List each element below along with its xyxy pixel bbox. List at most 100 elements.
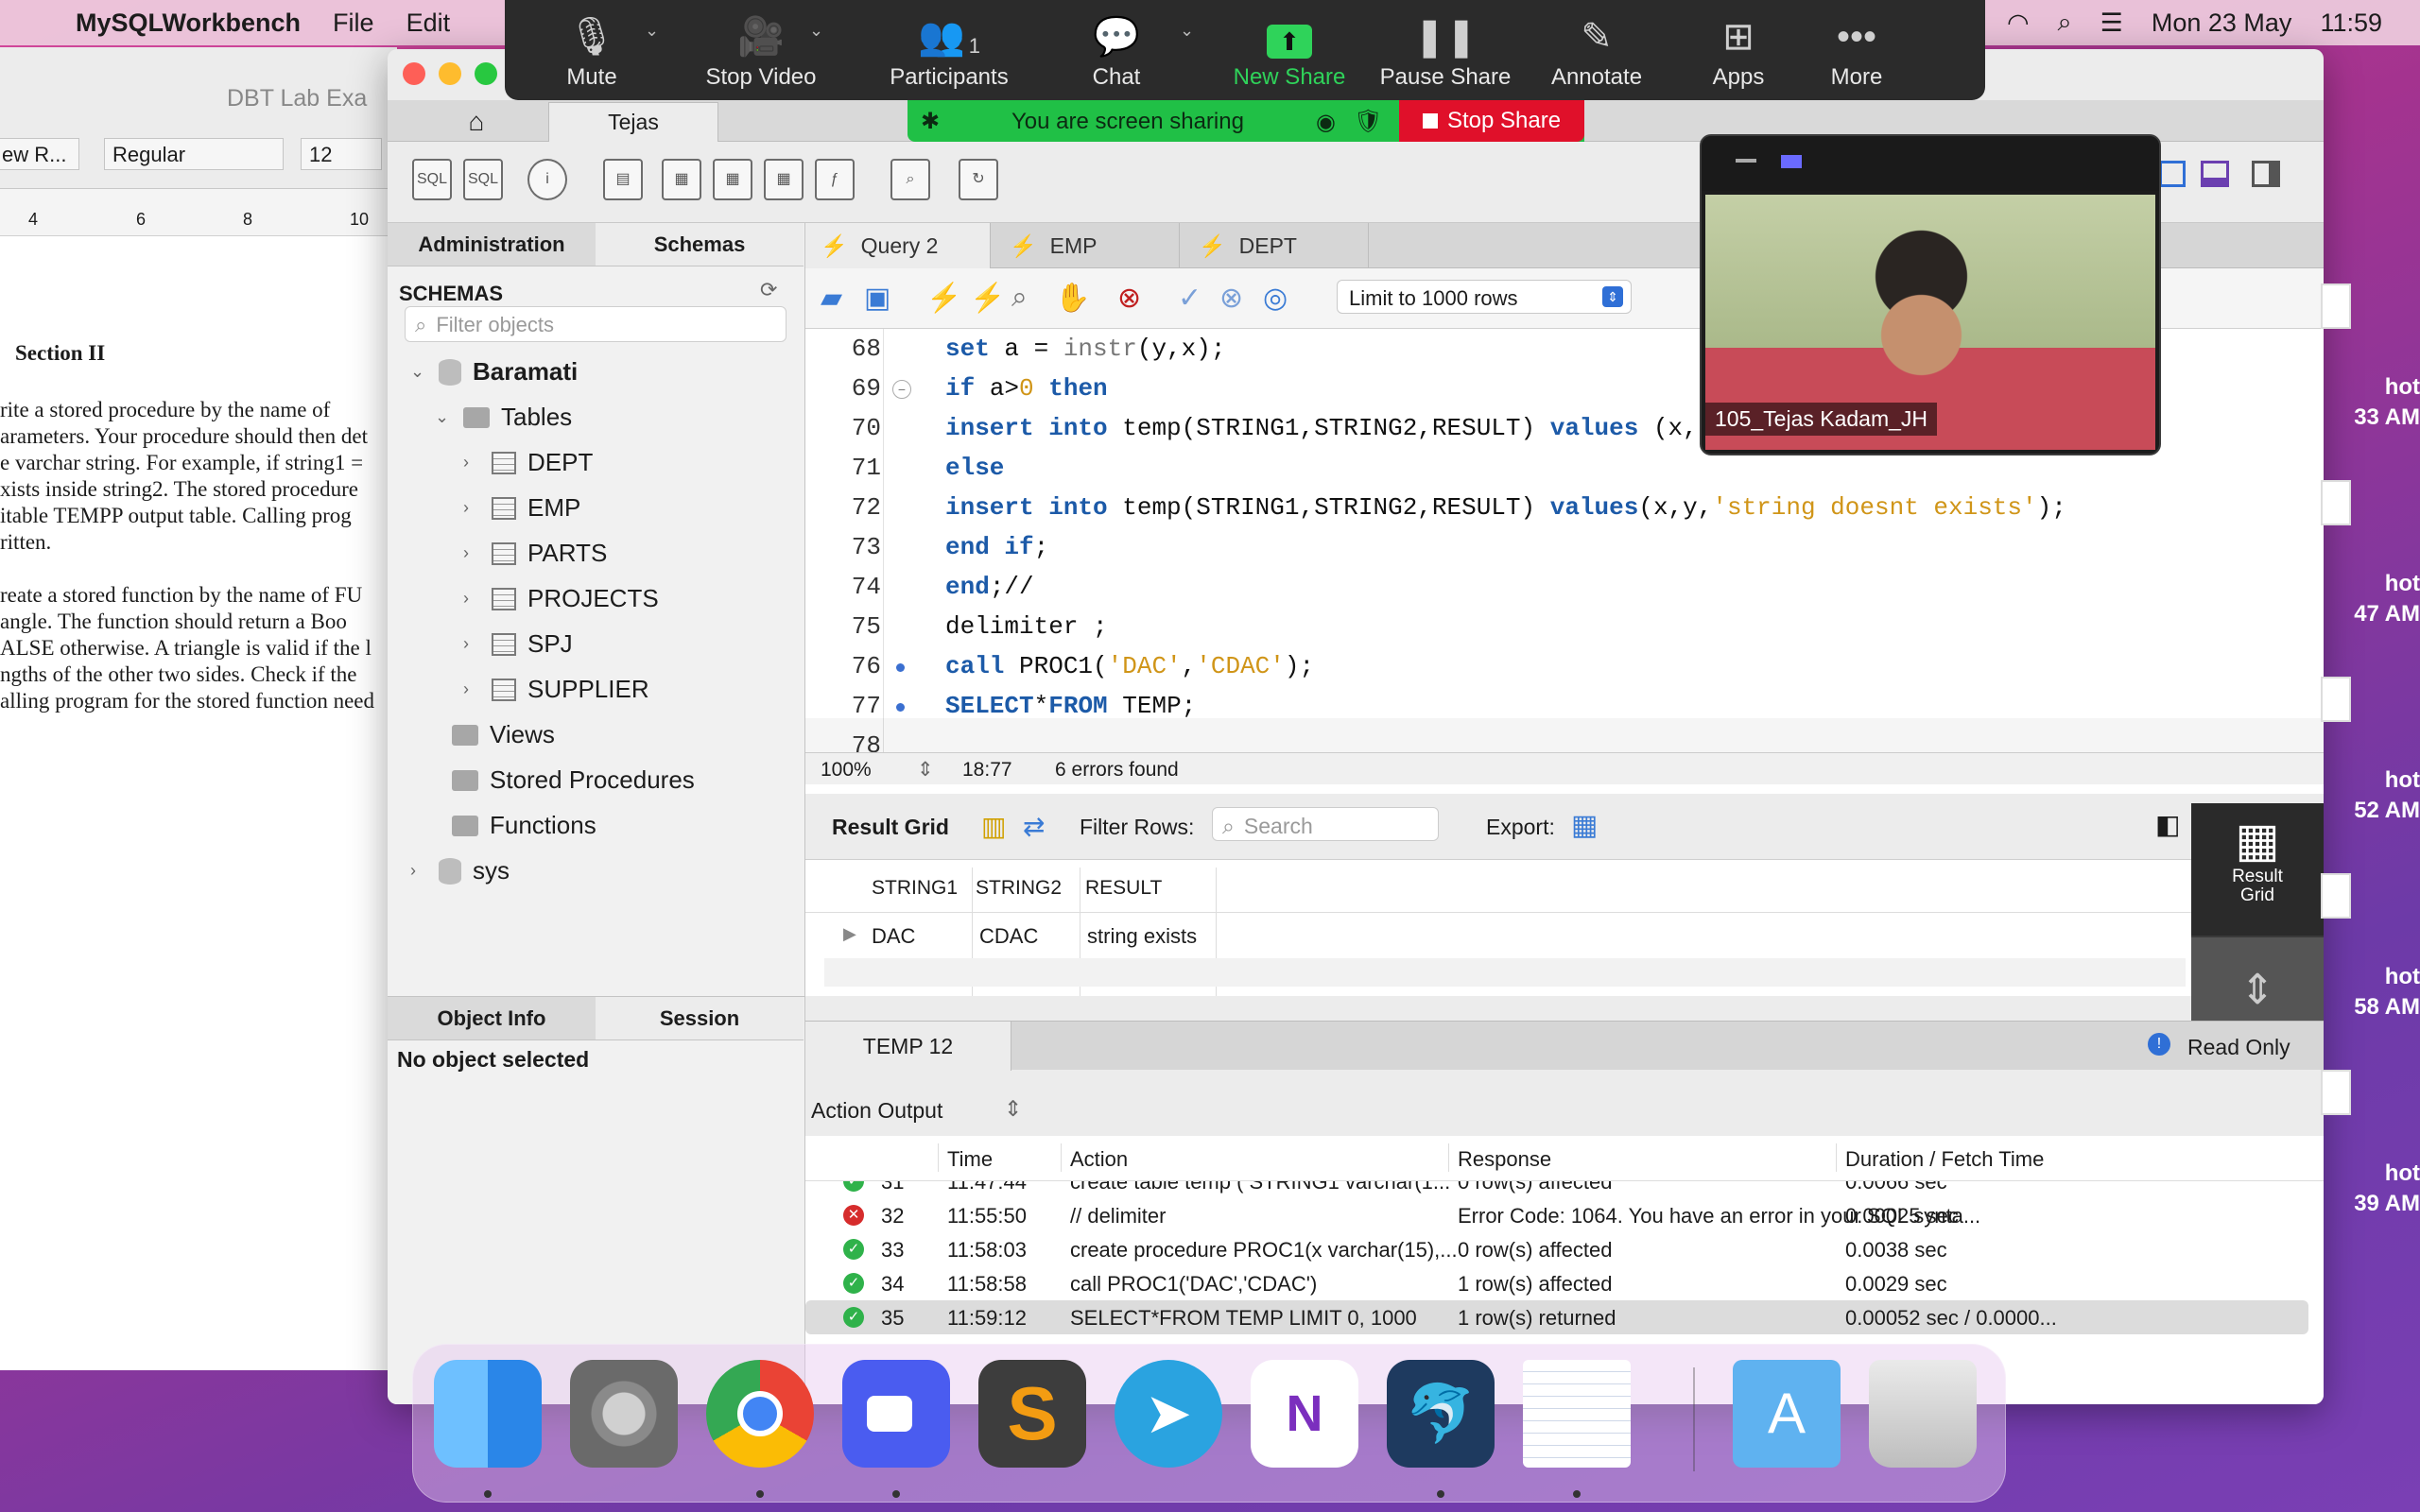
screenshot-file-label[interactable]: hot 52 AM bbox=[2316, 765, 2420, 826]
autocommit-icon[interactable]: ◎ bbox=[1263, 282, 1288, 315]
new-share-button[interactable]: ⬆ New Share bbox=[1223, 0, 1356, 100]
code-line[interactable]: call PROC1('DAC','CDAC'); bbox=[945, 652, 1314, 680]
tree-table-item[interactable]: › PARTS bbox=[463, 539, 607, 568]
breakpoint-dot[interactable] bbox=[896, 703, 905, 712]
mute-button[interactable]: 🎙 Mute bbox=[544, 0, 639, 100]
menu-file[interactable]: File bbox=[333, 9, 374, 38]
execute-icon[interactable]: ⚡ bbox=[926, 282, 961, 315]
tree-schema-baramati[interactable]: ⌄ Baramati bbox=[410, 357, 578, 387]
column-header[interactable]: STRING2 bbox=[976, 877, 1062, 900]
save-icon[interactable]: ▣ bbox=[864, 282, 890, 315]
breakpoint-dot[interactable] bbox=[896, 663, 905, 672]
fold-icon[interactable]: − bbox=[892, 380, 911, 399]
screenshot-file-label[interactable]: hot 33 AM bbox=[2316, 372, 2420, 433]
chevron-updown-icon[interactable]: ⇕ bbox=[1004, 1096, 1022, 1122]
table-row[interactable]: ▶ DAC CDAC string exists bbox=[805, 915, 2191, 954]
tree-schema-sys[interactable]: › sys bbox=[410, 856, 510, 885]
screenshot-file-icon[interactable] bbox=[2321, 480, 2351, 525]
reconnect-icon[interactable]: ↻ bbox=[959, 159, 998, 200]
code-line[interactable]: end;// bbox=[945, 573, 1034, 601]
chevron-right-icon[interactable]: › bbox=[463, 498, 480, 518]
create-view-icon[interactable]: ▦ bbox=[713, 159, 752, 200]
filter-objects-input[interactable]: ⌕ Filter objects bbox=[405, 306, 786, 342]
chevron-right-icon[interactable]: › bbox=[463, 543, 480, 563]
create-procedure-icon[interactable]: ▦ bbox=[764, 159, 804, 200]
column-header[interactable]: RESULT bbox=[1085, 877, 1162, 900]
view-icon[interactable] bbox=[1781, 155, 1802, 168]
tree-views[interactable]: Views bbox=[452, 720, 555, 749]
column-header[interactable]: STRING1 bbox=[872, 877, 958, 900]
layout-sidebar-icon[interactable] bbox=[2159, 161, 2186, 187]
telegram-icon[interactable]: ➤ bbox=[1115, 1360, 1222, 1468]
tab-administration[interactable]: Administration bbox=[388, 223, 596, 266]
tab-schemas[interactable]: Schemas bbox=[596, 223, 804, 266]
table-row[interactable]: ✓ 35 11:59:12 SELECT*FROM TEMP LIMIT 0, 100… bbox=[805, 1300, 2308, 1334]
close-button[interactable] bbox=[403, 62, 425, 85]
code-line[interactable]: end if; bbox=[945, 533, 1048, 561]
stop-video-button[interactable]: 🎥 Stop Video bbox=[690, 0, 832, 100]
menu-app-name[interactable]: MySQLWorkbench bbox=[76, 9, 301, 38]
onenote-icon[interactable]: N bbox=[1251, 1360, 1358, 1468]
annotate-button[interactable]: ✎ Annotate bbox=[1535, 0, 1658, 100]
more-button[interactable]: ••• More bbox=[1809, 0, 1904, 100]
minimize-icon[interactable] bbox=[1736, 159, 1756, 163]
filter-rows-input[interactable]: ⌕ Search bbox=[1212, 807, 1439, 841]
screenshot-file-label[interactable]: hot 47 AM bbox=[2316, 569, 2420, 629]
create-function-icon[interactable]: ƒ bbox=[815, 159, 855, 200]
code-line[interactable]: delimiter ; bbox=[945, 612, 1108, 641]
tab-object-info[interactable]: Object Info bbox=[388, 997, 596, 1040]
applications-folder-icon[interactable]: A bbox=[1733, 1360, 1841, 1468]
open-folder-icon[interactable]: ▰ bbox=[821, 282, 842, 315]
chevron-right-icon[interactable]: › bbox=[463, 634, 480, 654]
execute-statement-icon[interactable]: ⚡ bbox=[970, 282, 1005, 315]
grid-view-icon[interactable]: ▥ bbox=[981, 811, 1006, 842]
toggle-panel-icon[interactable]: ◧ bbox=[2155, 809, 2180, 840]
font-style-select[interactable]: Regular bbox=[104, 138, 284, 170]
table-row[interactable]: ✓ 33 11:58:03 create procedure PROC1(x varc… bbox=[805, 1232, 2308, 1266]
pause-share-button[interactable]: ❚❚ Pause Share bbox=[1374, 0, 1516, 100]
tab-dept[interactable]: ⚡ DEPT bbox=[1184, 223, 1369, 268]
chevron-right-icon[interactable]: › bbox=[463, 589, 480, 609]
tab-connection[interactable]: Tejas bbox=[548, 102, 718, 142]
tree-table-item[interactable]: › EMP bbox=[463, 493, 580, 523]
limit-rows-select[interactable]: Limit to 1000 rows ⇕ bbox=[1337, 280, 1632, 314]
result-grid-side-button[interactable]: ▦ Result Grid bbox=[2191, 803, 2324, 936]
tree-functions[interactable]: Functions bbox=[452, 811, 596, 840]
create-schema-icon[interactable]: ▤ bbox=[603, 159, 643, 200]
chevron-down-icon[interactable]: ⌄ bbox=[809, 21, 823, 41]
column-header[interactable]: Action bbox=[1070, 1147, 1128, 1172]
zoom-stepper-icon[interactable]: ⇕ bbox=[917, 758, 934, 782]
font-size-select[interactable]: 12 bbox=[301, 138, 382, 170]
chevron-down-icon[interactable]: ⌄ bbox=[1180, 21, 1194, 41]
wifi-icon[interactable]: ◠ bbox=[2007, 9, 2030, 38]
export-icon[interactable]: ▦ bbox=[1571, 809, 1598, 842]
screenshot-file-icon[interactable] bbox=[2321, 284, 2351, 329]
menu-edit[interactable]: Edit bbox=[406, 9, 451, 38]
tab-temp-12[interactable]: TEMP 12 bbox=[805, 1022, 1011, 1071]
tree-stored-procedures[interactable]: Stored Procedures bbox=[452, 765, 695, 795]
sublime-text-icon[interactable]: S bbox=[978, 1360, 1086, 1468]
column-header[interactable]: Time bbox=[947, 1147, 993, 1172]
screenshot-file-label[interactable]: hot 58 AM bbox=[2316, 962, 2420, 1022]
table-row[interactable]: ✕ 32 11:55:50// delimiter Error Code: 1064.… bbox=[805, 1198, 2308, 1232]
apps-button[interactable]: ⊞ Apps bbox=[1686, 0, 1790, 100]
tab-query-2[interactable]: ⚡ Query 2 bbox=[805, 223, 991, 268]
explain-icon[interactable]: ⌕ bbox=[1011, 282, 1028, 314]
menu-time[interactable]: 11:59 bbox=[2320, 9, 2382, 38]
result-grid[interactable]: STRING1 STRING2 RESULT ▶ DAC CDAC string… bbox=[805, 860, 2191, 996]
style-select[interactable]: ew R... bbox=[0, 138, 79, 170]
tab-emp[interactable]: ⚡ EMP bbox=[994, 223, 1180, 268]
participant-video[interactable]: 105_Tejas Kadam_JH bbox=[1700, 134, 2161, 455]
screenshot-file-icon[interactable] bbox=[2321, 873, 2351, 919]
create-table-icon[interactable]: ▦ bbox=[662, 159, 701, 200]
tab-session[interactable]: Session bbox=[596, 997, 804, 1040]
finder-icon[interactable] bbox=[434, 1360, 542, 1468]
screenshot-file-icon[interactable] bbox=[2321, 1070, 2351, 1115]
zoom-button[interactable] bbox=[475, 62, 497, 85]
minimize-button[interactable] bbox=[439, 62, 461, 85]
cell[interactable]: DAC bbox=[872, 924, 915, 949]
open-sql-script-icon[interactable]: SQL bbox=[463, 159, 503, 200]
new-sql-tab-icon[interactable]: SQL bbox=[412, 159, 452, 200]
rollback-icon[interactable]: ⊗ bbox=[1219, 282, 1243, 315]
chat-button[interactable]: 💬 Chat bbox=[1064, 0, 1168, 100]
